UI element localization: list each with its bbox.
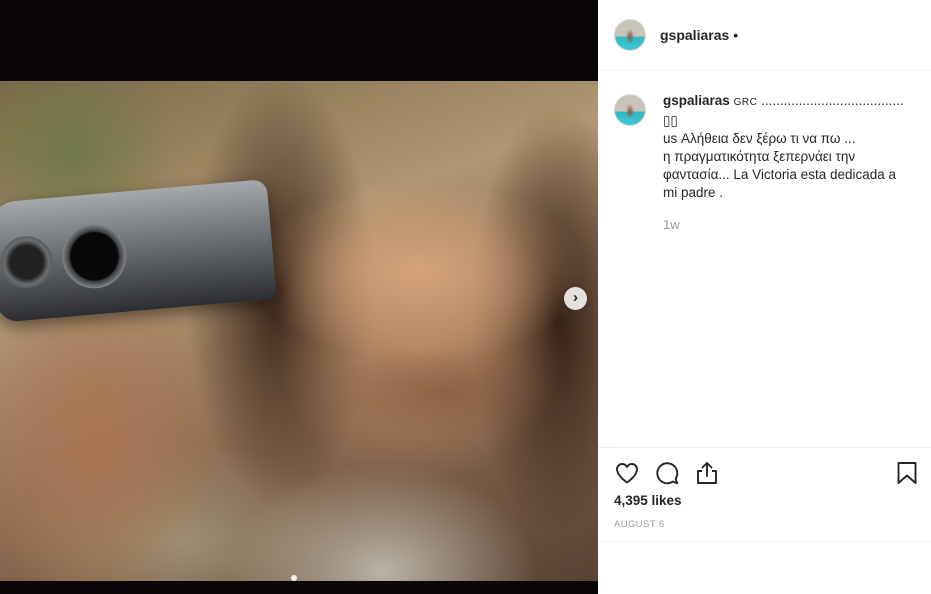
carousel-indicator-dot	[291, 575, 297, 581]
caption-line: η πραγματικότητα ξεπερνάει την	[663, 149, 856, 164]
action-bar	[598, 447, 931, 498]
caption-dots: ......................................	[761, 93, 904, 108]
likes-count[interactable]: 4,395 likes	[614, 493, 682, 508]
caption-body: gspaliaras GRC .........................…	[663, 92, 913, 234]
chevron-right-icon: ›	[573, 289, 578, 306]
caption-username[interactable]: gspaliaras	[663, 93, 730, 108]
post-date[interactable]: AUGUST 6	[614, 519, 665, 530]
post-media: ›	[0, 0, 598, 594]
carousel-next-button[interactable]: ›	[564, 287, 587, 310]
save-button[interactable]	[894, 460, 920, 486]
header-username[interactable]: gspaliaras	[660, 27, 729, 43]
post-side-panel: gspaliaras • gspaliaras GRC ............…	[598, 0, 931, 594]
share-icon	[697, 462, 717, 484]
heart-icon	[616, 463, 638, 484]
caption-line: φαντασία... La Victoria esta dedicada a	[663, 167, 897, 182]
caption-line: mi padre .	[663, 185, 724, 200]
comment-button[interactable]	[654, 460, 680, 486]
avatar[interactable]	[614, 19, 646, 51]
flag-emoji: GRC	[733, 97, 758, 108]
emoji-placeholder: ▯▯	[663, 113, 678, 128]
caption-avatar[interactable]	[614, 94, 646, 126]
caption-comment: gspaliaras GRC .........................…	[614, 92, 924, 234]
divider	[598, 541, 931, 542]
caption-line: gspaliaras GRC .........................…	[663, 92, 913, 130]
share-button[interactable]	[694, 460, 720, 486]
header-separator-dot: •	[733, 27, 739, 43]
comment-bubble-icon	[656, 462, 679, 485]
post-photo[interactable]	[0, 81, 598, 581]
caption-time-ago[interactable]: 1w	[663, 216, 913, 234]
like-button[interactable]	[614, 460, 640, 486]
photo-pistol-detail	[0, 179, 277, 323]
caption-line: us Αλήθεια δεν ξέρω τι να πω ...	[663, 131, 856, 146]
bookmark-icon	[897, 462, 917, 484]
post-header: gspaliaras •	[598, 0, 931, 71]
